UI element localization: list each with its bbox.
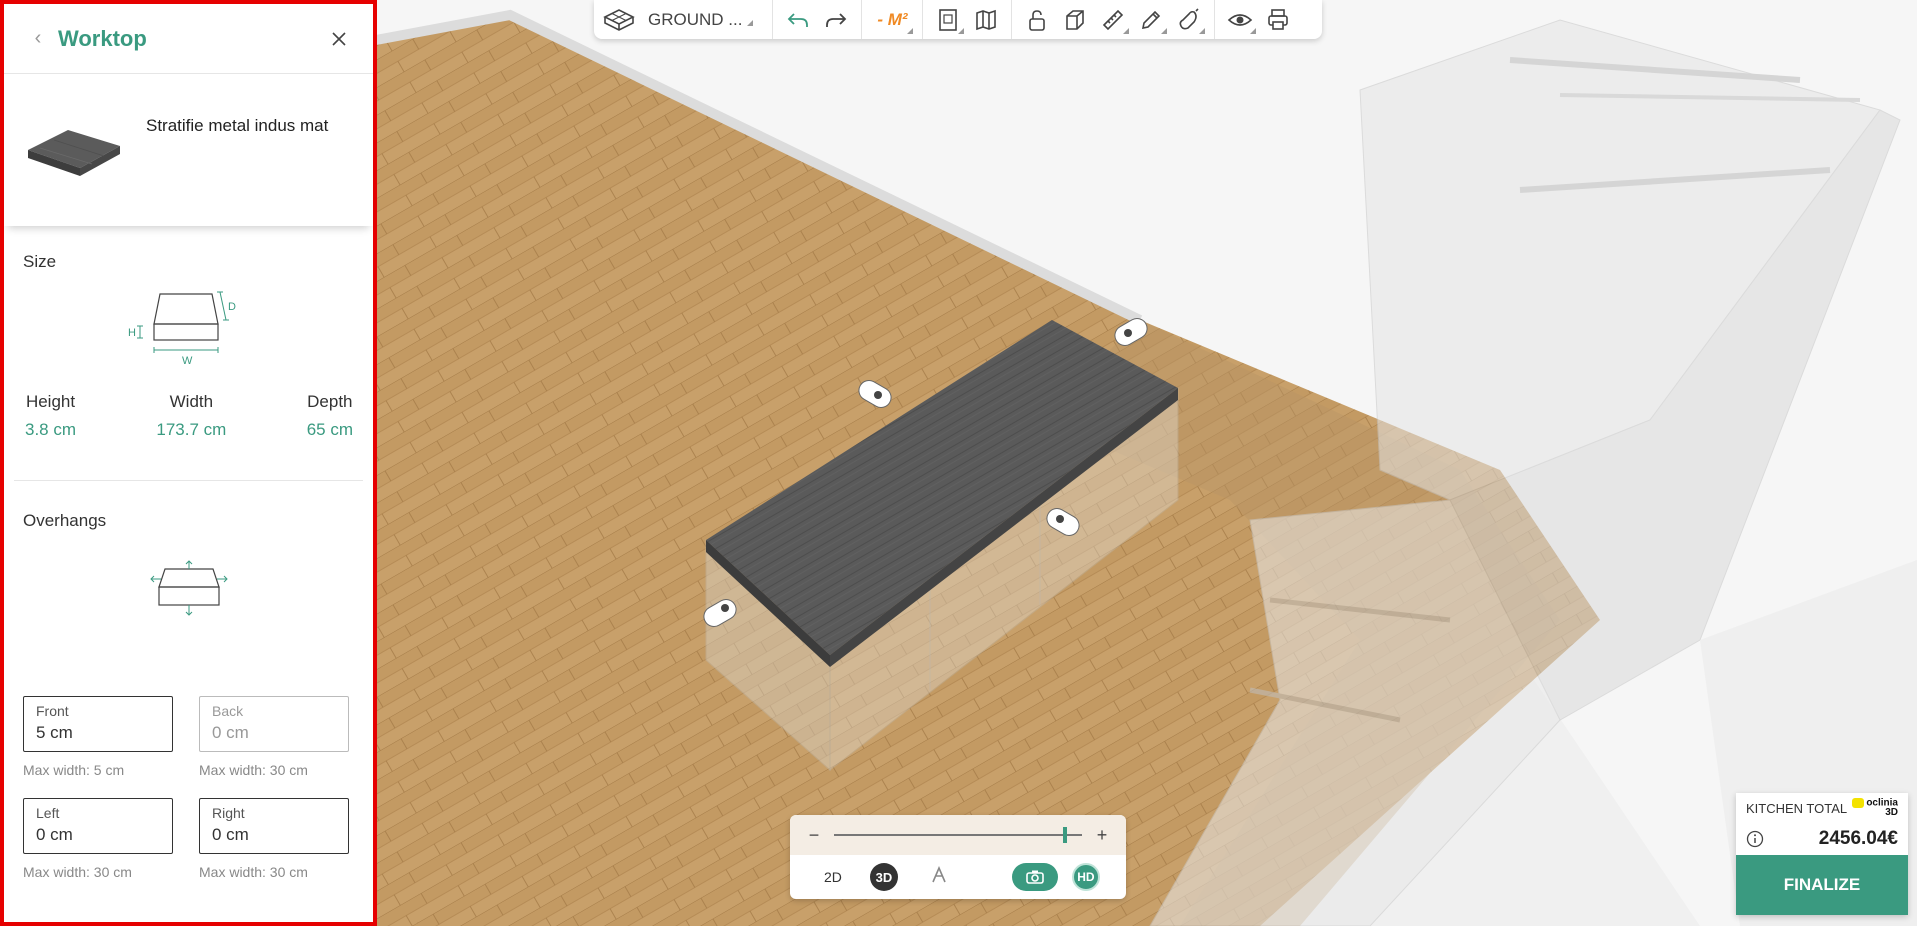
hd-render-button[interactable]: HD — [1071, 863, 1100, 891]
kitchen-total-label: KITCHEN TOTAL — [1746, 800, 1848, 816]
printer-icon[interactable] — [1259, 2, 1297, 38]
overhang-diagram — [149, 560, 228, 616]
depth-axis-label: D — [228, 301, 236, 313]
dimension-label: Width — [169, 392, 214, 411]
field-hint: Max width: 5 cm — [23, 762, 125, 778]
view-mode-bar: 2D 3D HD — [790, 855, 1126, 899]
field-label: Left — [36, 805, 60, 821]
overhangs-section-title: Overhangs — [23, 511, 107, 530]
view-control: − + 2D 3D HD — [790, 815, 1126, 899]
document-icon[interactable] — [929, 2, 967, 38]
size-section-title: Size — [23, 252, 57, 271]
camera-icon — [1026, 870, 1044, 884]
brand-logo: oclinia 3D — [1852, 797, 1898, 819]
zoom-in-button[interactable]: + — [1094, 825, 1110, 846]
panel-title: Worktop — [58, 25, 147, 51]
close-icon[interactable] — [325, 25, 353, 53]
panel-header: ‹ Worktop — [4, 4, 373, 74]
front-overhang-input[interactable] — [36, 723, 156, 743]
walk-mode-icon[interactable] — [930, 865, 948, 889]
field-hint: Max width: 30 cm — [199, 762, 308, 778]
back-overhang-field[interactable]: Back — [199, 696, 349, 752]
dimensions: Height 3.8 cm Width 173.7 cm Depth 65 cm — [4, 392, 373, 440]
back-overhang-input[interactable] — [212, 723, 332, 743]
kitchen-total-price: 2456.04€ — [1818, 828, 1898, 849]
product-thumbnail — [28, 130, 120, 176]
info-icon[interactable] — [1746, 830, 1764, 848]
zoom-slider[interactable] — [834, 827, 1082, 843]
product-card[interactable]: Stratifie metal indus mat — [4, 74, 373, 226]
divider — [14, 480, 363, 481]
left-overhang-field[interactable]: Left — [23, 798, 173, 854]
back-chevron-icon[interactable]: ‹ — [24, 25, 52, 53]
field-hint: Max width: 30 cm — [199, 864, 308, 880]
lock-open-icon[interactable] — [1018, 2, 1056, 38]
floor-label[interactable]: GROUND ... — [648, 10, 756, 30]
top-toolbar: GROUND ... - M² — [594, 0, 1322, 39]
overhang-fields: Front Max width: 5 cm Back Max width: 30… — [4, 696, 373, 900]
zoom-bar: − + — [790, 815, 1126, 855]
pencil-icon[interactable] — [1132, 2, 1170, 38]
redo-icon[interactable] — [817, 2, 855, 38]
left-overhang-input[interactable] — [36, 825, 156, 845]
worktop-panel: ‹ Worktop Stratifie metal indus mat Size… — [0, 0, 377, 926]
dimension-depth: Depth 65 cm — [307, 392, 353, 440]
floor-plan-icon[interactable] — [600, 2, 638, 38]
view-3d-button[interactable]: 3D — [869, 863, 898, 891]
product-name: Stratifie metal indus mat — [146, 116, 329, 135]
undo-icon[interactable] — [779, 2, 817, 38]
dimension-height: Height 3.8 cm — [25, 392, 76, 440]
floor-selector[interactable]: GROUND ... — [594, 0, 774, 39]
dimension-value: 3.8 cm — [25, 420, 77, 439]
zoom-out-button[interactable]: − — [806, 825, 822, 846]
ruler-icon[interactable] — [1094, 2, 1132, 38]
eye-icon[interactable] — [1221, 2, 1259, 38]
dimension-width: Width 173.7 cm — [156, 392, 226, 440]
finalize-button[interactable]: FINALIZE — [1736, 855, 1908, 915]
dimension-value: 173.7 cm — [156, 420, 227, 439]
dimension-label: Height — [25, 392, 76, 411]
kitchen-total-card: KITCHEN TOTAL oclinia 3D 2456.04€ FINALIZ… — [1736, 793, 1908, 915]
magnet-icon[interactable] — [1170, 2, 1208, 38]
map-icon[interactable] — [967, 2, 1005, 38]
zoom-slider-thumb[interactable] — [1062, 827, 1067, 843]
area-unit-button[interactable]: - M² — [868, 2, 916, 38]
view-2d-button[interactable]: 2D — [824, 869, 842, 885]
width-axis-label: W — [182, 355, 193, 366]
right-overhang-input[interactable] — [212, 825, 332, 845]
field-label: Back — [212, 703, 244, 719]
height-axis-label: H — [128, 327, 136, 339]
field-label: Front — [36, 703, 69, 719]
size-diagram: H W D — [128, 291, 236, 366]
field-hint: Max width: 30 cm — [23, 864, 132, 880]
field-label: Right — [212, 805, 245, 821]
dimension-value: 65 cm — [306, 420, 353, 439]
right-overhang-field[interactable]: Right — [199, 798, 349, 854]
camera-button[interactable] — [1011, 863, 1058, 891]
front-overhang-field[interactable]: Front — [23, 696, 173, 752]
cube-icon[interactable] — [1056, 2, 1094, 38]
dimension-label: Depth — [307, 392, 353, 411]
area-unit-label: - M² — [877, 9, 908, 29]
